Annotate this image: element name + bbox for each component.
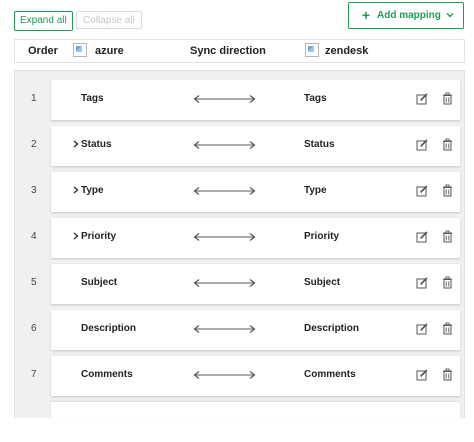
azure-logo-icon xyxy=(73,43,87,57)
mapping-row: 2 Status Status xyxy=(15,126,466,166)
mapping-order: 5 xyxy=(31,277,37,288)
mapping-row: 7 Comments Comments xyxy=(15,356,466,396)
right-system-header: zendesk xyxy=(325,45,369,57)
edit-icon[interactable] xyxy=(416,93,428,105)
mapping-order: 4 xyxy=(31,231,37,242)
mapping-row: 5 Subject Subject xyxy=(15,264,466,304)
mapping-table-header: Order azure Sync direction zendesk xyxy=(14,39,465,63)
mapping-row: 4 Priority Priority xyxy=(15,218,466,258)
expand-all-button[interactable]: Expand all xyxy=(14,11,73,31)
right-field-label: Type xyxy=(304,185,327,196)
mapping-order: 1 xyxy=(31,93,37,104)
trash-icon[interactable] xyxy=(442,230,453,243)
sync-direction-header: Sync direction xyxy=(190,45,266,57)
left-field-label: Type xyxy=(81,185,104,196)
right-field-label: Comments xyxy=(304,369,356,380)
mapping-row: 6 Description Description xyxy=(15,310,466,350)
mapping-card[interactable]: Comments Comments xyxy=(51,356,460,396)
trash-icon[interactable] xyxy=(442,322,453,335)
right-field-label: Priority xyxy=(304,231,340,242)
mapping-row: 1 Tags Tags xyxy=(15,80,466,120)
chevron-right-icon[interactable] xyxy=(72,184,80,196)
left-field-label: Tags xyxy=(81,93,104,104)
bidirectional-arrow-icon xyxy=(193,233,256,241)
mapping-order: 7 xyxy=(31,369,37,380)
mapping-row xyxy=(15,402,466,442)
bidirectional-arrow-icon xyxy=(193,141,256,149)
mapping-card[interactable]: Tags Tags xyxy=(51,80,460,120)
left-field-label: Comments xyxy=(81,369,133,380)
mapping-list: 1 Tags Tags 2 Status Status 3 Type Type 4 Priority… xyxy=(14,70,466,422)
bidirectional-arrow-icon xyxy=(193,95,256,103)
chevron-down-icon[interactable] xyxy=(445,10,455,20)
right-field-label: Description xyxy=(304,323,360,334)
plus-icon: + xyxy=(361,7,371,23)
bidirectional-arrow-icon xyxy=(193,325,256,333)
mapping-card[interactable]: Type Type xyxy=(51,172,460,212)
edit-icon[interactable] xyxy=(416,139,428,151)
edit-icon[interactable] xyxy=(416,185,428,197)
bidirectional-arrow-icon xyxy=(193,279,256,287)
mapping-card[interactable] xyxy=(51,402,460,422)
mapping-order: 3 xyxy=(31,185,37,196)
left-system-header: azure xyxy=(95,45,124,57)
right-field-label: Tags xyxy=(304,93,327,104)
toolbar: Expand all Collapse all + Add mapping xyxy=(0,0,474,38)
bidirectional-arrow-icon xyxy=(193,187,256,195)
add-mapping-label: Add mapping xyxy=(377,10,441,21)
mapping-order: 6 xyxy=(31,323,37,334)
trash-icon[interactable] xyxy=(442,276,453,289)
mapping-card[interactable]: Subject Subject xyxy=(51,264,460,304)
right-field-label: Status xyxy=(304,139,335,150)
trash-icon[interactable] xyxy=(442,138,453,151)
left-field-label: Priority xyxy=(81,231,117,242)
mapping-card[interactable]: Status Status xyxy=(51,126,460,166)
left-field-label: Status xyxy=(81,139,112,150)
edit-icon[interactable] xyxy=(416,369,428,381)
edit-icon[interactable] xyxy=(416,231,428,243)
trash-icon[interactable] xyxy=(442,184,453,197)
trash-icon[interactable] xyxy=(442,368,453,381)
left-field-label: Subject xyxy=(81,277,118,288)
mapping-card[interactable]: Priority Priority xyxy=(51,218,460,258)
mapping-order: 2 xyxy=(31,139,37,150)
order-column-header: Order xyxy=(28,45,58,57)
edit-icon[interactable] xyxy=(416,323,428,335)
add-mapping-button[interactable]: + Add mapping xyxy=(348,2,464,29)
mapping-card[interactable]: Description Description xyxy=(51,310,460,350)
bidirectional-arrow-icon xyxy=(193,371,256,379)
edit-icon[interactable] xyxy=(416,277,428,289)
zendesk-logo-icon xyxy=(305,43,319,57)
trash-icon[interactable] xyxy=(442,92,453,105)
right-field-label: Subject xyxy=(304,277,341,288)
left-field-label: Description xyxy=(81,323,137,334)
mapping-row: 3 Type Type xyxy=(15,172,466,212)
chevron-right-icon[interactable] xyxy=(72,138,80,150)
chevron-right-icon[interactable] xyxy=(72,230,80,242)
collapse-all-button[interactable]: Collapse all xyxy=(76,11,142,29)
